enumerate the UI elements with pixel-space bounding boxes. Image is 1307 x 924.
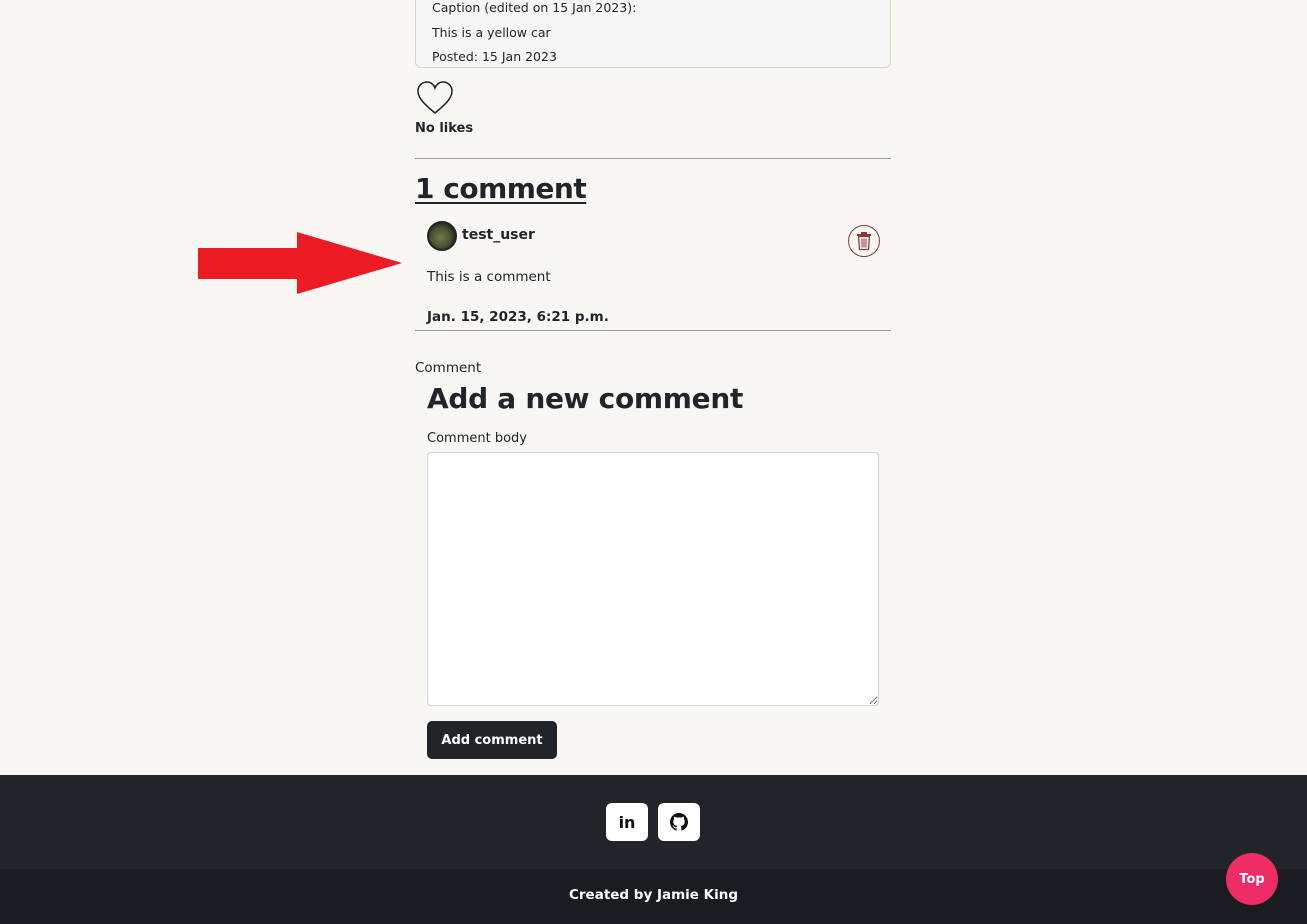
comment-username: test_user: [462, 227, 535, 243]
footer-social-bar: [0, 775, 1307, 869]
divider: [415, 330, 891, 331]
comment-body-label: Comment body: [427, 431, 527, 446]
trash-icon: [857, 232, 871, 251]
delete-comment-button[interactable]: [848, 225, 880, 257]
back-to-top-button[interactable]: Top: [1226, 853, 1278, 905]
form-title: Add a new comment: [427, 382, 744, 415]
linkedin-button[interactable]: in: [606, 803, 648, 841]
comment-date: Jan. 15, 2023, 6:21 p.m.: [427, 309, 609, 325]
annotation-arrow-icon: [198, 232, 402, 294]
comment-body: This is a comment: [427, 269, 551, 285]
divider: [415, 158, 891, 159]
post-date: Posted: 15 Jan 2023: [432, 49, 557, 64]
likes-count: No likes: [415, 121, 474, 136]
github-icon: [670, 813, 688, 831]
caption-edited-note: Caption (edited on 15 Jan 2023):: [432, 0, 637, 15]
post-caption: This is a yellow car: [432, 25, 551, 40]
footer-credit: Created by Jamie King: [568, 887, 738, 903]
heart-icon[interactable]: [416, 80, 454, 116]
comment-section-label: Comment: [415, 360, 482, 376]
linkedin-icon: in: [618, 812, 636, 832]
comment-body-textarea[interactable]: [427, 452, 879, 706]
comments-heading[interactable]: 1 comment: [415, 172, 587, 205]
avatar: [427, 221, 457, 251]
post-card: Caption (edited on 15 Jan 2023): This is…: [415, 0, 891, 68]
github-button[interactable]: [658, 803, 700, 841]
add-comment-button[interactable]: Add comment: [427, 721, 557, 759]
